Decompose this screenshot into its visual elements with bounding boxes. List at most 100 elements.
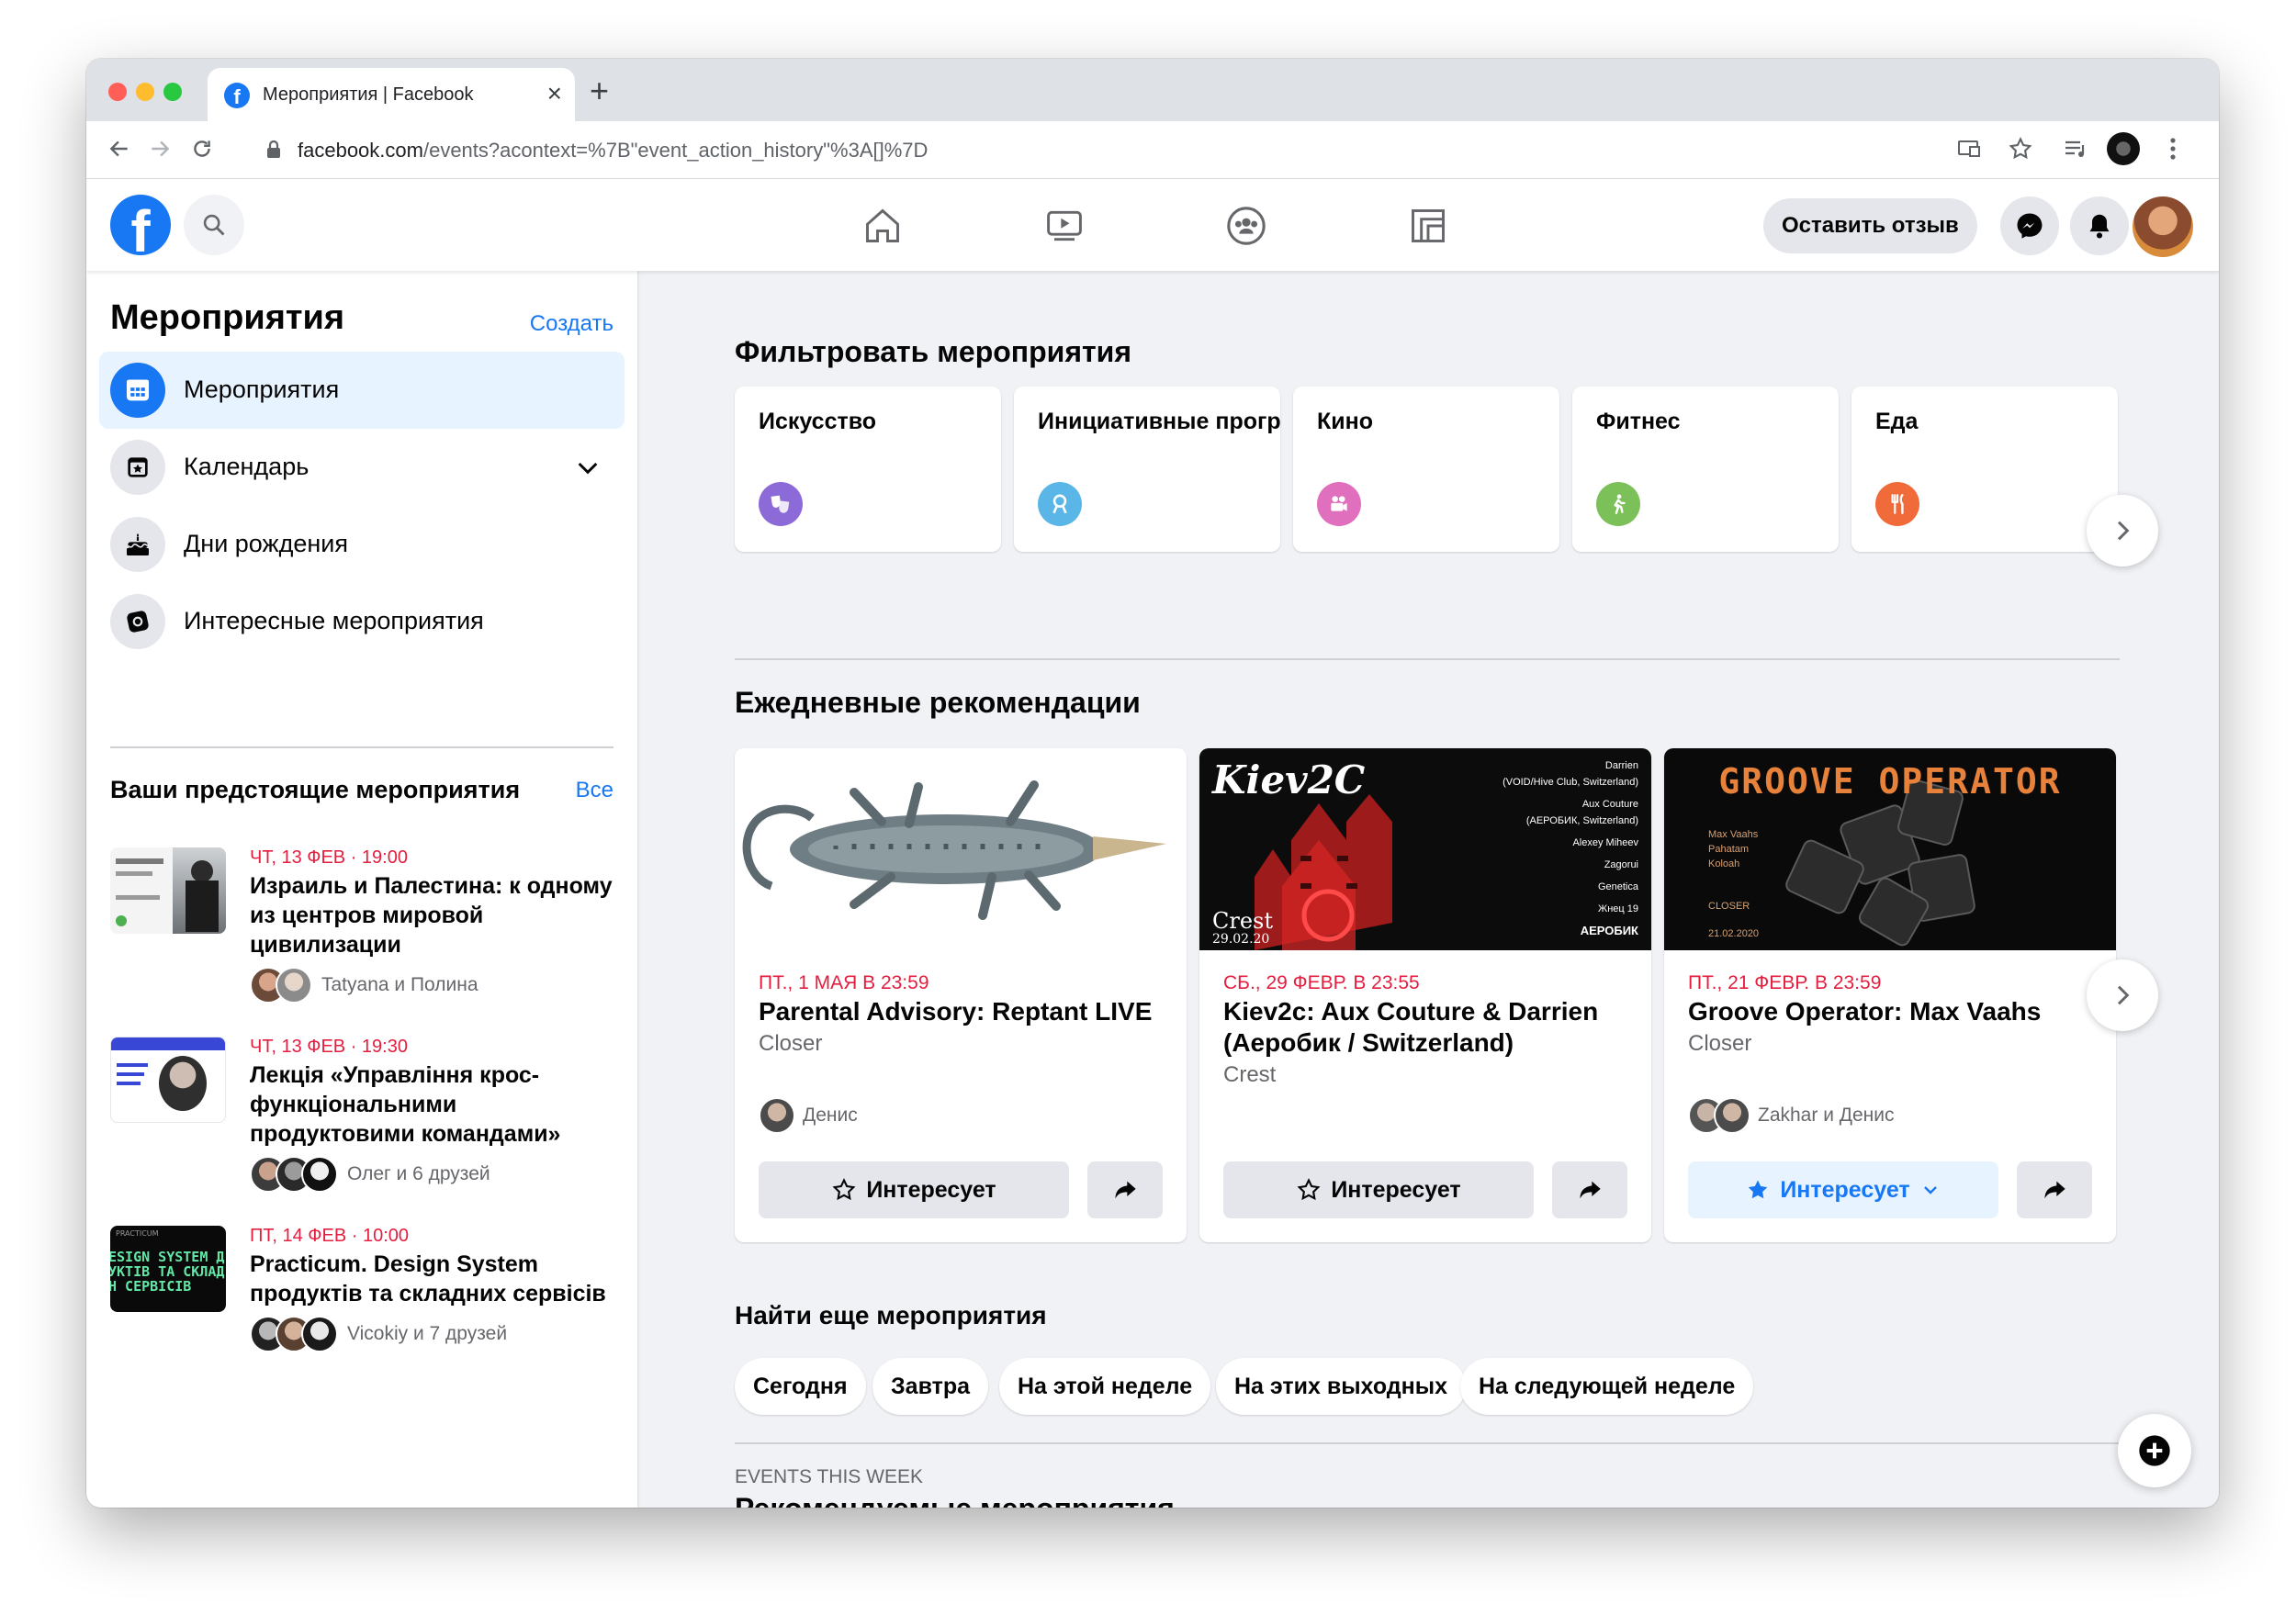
category-name: Еда	[1875, 409, 1919, 434]
media-queue-icon[interactable]	[2059, 132, 2092, 165]
runner-icon	[1596, 482, 1640, 526]
close-tab-icon[interactable]: ×	[547, 79, 562, 108]
theater-masks-icon	[759, 482, 803, 526]
interested-button-active[interactable]: Интересует	[1688, 1161, 1998, 1218]
event-title[interactable]: Лекція «Управління крос-функціональними …	[250, 1060, 617, 1149]
profile-avatar-icon[interactable]	[2107, 132, 2140, 165]
sidebar-item-interesting[interactable]: Интересные мероприятия	[99, 583, 625, 660]
kebab-menu-icon[interactable]	[2156, 132, 2189, 165]
sidebar-item-calendar[interactable]: Календарь	[99, 429, 625, 506]
facebook-logo-icon[interactable]: f	[110, 195, 171, 255]
event-date: ПТ, 14 ФЕВ · 10:00	[250, 1226, 409, 1246]
bell-icon	[2089, 214, 2110, 239]
friends-interested: Zakhar и Денис	[1688, 1097, 1895, 1134]
search-button[interactable]	[184, 195, 244, 255]
feedback-button[interactable]: Оставить отзыв	[1763, 198, 1977, 253]
thumbnail-text: ESIGN SYSTEM ДУКТІВ ТА СКЛАДН СЕРВІСІВ	[110, 1249, 225, 1295]
create-event-link[interactable]: Создать	[530, 311, 613, 337]
notifications-button[interactable]	[2070, 196, 2129, 255]
sidebar-item-label: Мероприятия	[184, 376, 340, 403]
share-button[interactable]	[1087, 1161, 1163, 1218]
close-window-button[interactable]	[108, 83, 127, 101]
category-card-cinema[interactable]: Кино	[1293, 387, 1559, 552]
facebook-top-nav: f Оставить отзыв	[86, 179, 2219, 271]
upcoming-event-item[interactable]: ЧТ, 13 ФЕВ · 19:00 Израиль и Палестина: …	[110, 847, 625, 1013]
chip-tomorrow[interactable]: Завтра	[872, 1358, 989, 1415]
tab-strip: f Мероприятия | Facebook × +	[86, 59, 2219, 121]
user-avatar[interactable]	[2133, 196, 2193, 257]
event-title[interactable]: Parental Advisory: Reptant LIVE	[759, 996, 1172, 1027]
find-more-title: Найти еще мероприятия	[735, 1301, 1047, 1329]
event-thumbnail	[110, 1037, 226, 1123]
category-card-initiatives[interactable]: Инициативные программы	[1014, 387, 1280, 552]
star-outline-icon	[832, 1178, 856, 1201]
event-place[interactable]: Crest	[1223, 1062, 1276, 1088]
forward-arrow-icon[interactable]	[143, 132, 176, 165]
friends-going: Vicokiy и 7 друзей	[250, 1316, 507, 1352]
event-place[interactable]: Closer	[759, 1031, 822, 1057]
gaming-icon[interactable]	[1405, 203, 1451, 249]
event-card[interactable]: ПТ., 1 МАЯ В 23:59 Parental Advisory: Re…	[735, 748, 1187, 1242]
event-title[interactable]: Kiev2c: Aux Couture & Darrien (Аеробик /…	[1223, 996, 1637, 1059]
chevron-right-icon	[2117, 521, 2130, 541]
ticket-icon	[110, 594, 165, 649]
chevron-down-icon	[1923, 1186, 1937, 1194]
browser-tab[interactable]: f Мероприятия | Facebook ×	[208, 68, 575, 121]
category-card-fitness[interactable]: Фитнес	[1572, 387, 1839, 552]
upcoming-event-item[interactable]: PRACTICUM ESIGN SYSTEM ДУКТІВ ТА СКЛАДН …	[110, 1226, 625, 1391]
maximize-window-button[interactable]	[163, 83, 182, 101]
interested-label: Интересует	[866, 1176, 996, 1203]
sidebar-item-label: Интересные мероприятия	[184, 607, 484, 634]
recommendations-next-button[interactable]	[2087, 959, 2158, 1031]
friends-going: Tatyana и Полина	[250, 967, 478, 1004]
poster-lineup: Max Vaahs Pahatam Koloah CLOSER 21.02.20…	[1708, 829, 1760, 939]
messenger-button[interactable]	[2000, 196, 2059, 255]
groups-icon[interactable]	[1223, 203, 1269, 249]
upcoming-event-item[interactable]: ЧТ, 13 ФЕВ · 19:30 Лекція «Управління кр…	[110, 1037, 625, 1202]
chip-today[interactable]: Сегодня	[735, 1358, 866, 1415]
reload-icon[interactable]	[186, 132, 219, 165]
lock-icon	[267, 140, 280, 158]
friends-text: Tatyana и Полина	[321, 974, 478, 995]
event-title[interactable]: Израиль и Палестина: к одному из центров…	[250, 871, 617, 959]
categories-next-button[interactable]	[2087, 495, 2158, 566]
poster-lineup: Darrien (VOID/Hive Club, Switzerland) Au…	[1503, 760, 1638, 937]
event-card[interactable]: GROOVE OPERATOR Max Vaahs Pahatam Koloah…	[1664, 748, 2116, 1242]
interested-button[interactable]: Интересует	[1223, 1161, 1534, 1218]
chip-this-week[interactable]: На этой неделе	[999, 1358, 1211, 1415]
event-place[interactable]: Closer	[1688, 1031, 1751, 1057]
event-title[interactable]: Groove Operator: Max Vaahs	[1688, 996, 2101, 1027]
event-date: ПТ., 21 ФЕВР. В 23:59	[1688, 972, 1882, 993]
poster-title: Kiev2C	[1212, 757, 1366, 802]
event-card[interactable]: Kiev2C Crest 29.02.20 Darrien (VOID/Hive…	[1199, 748, 1651, 1242]
watch-video-icon[interactable]	[1041, 203, 1087, 249]
new-tab-icon[interactable]: +	[590, 72, 609, 110]
cast-icon[interactable]	[1953, 132, 1986, 165]
bookmark-star-icon[interactable]	[2004, 132, 2037, 165]
category-card-food[interactable]: Еда	[1851, 387, 2118, 552]
film-camera-icon	[1317, 482, 1361, 526]
upcoming-events-title: Ваши предстоящие мероприятия	[110, 776, 521, 803]
share-button[interactable]	[2017, 1161, 2092, 1218]
share-button[interactable]	[1552, 1161, 1627, 1218]
interested-label: Интересует	[1780, 1176, 1910, 1203]
event-title[interactable]: Practicum. Design System продуктів та ск…	[250, 1250, 617, 1308]
section-divider	[735, 1442, 2120, 1444]
friends-text: Zakhar и Денис	[1758, 1105, 1895, 1126]
event-date: ЧТ, 13 ФЕВ · 19:30	[250, 1037, 408, 1057]
chip-this-weekend[interactable]: На этих выходных	[1216, 1358, 1467, 1415]
back-arrow-icon[interactable]	[103, 132, 136, 165]
chevron-down-icon[interactable]	[573, 453, 602, 482]
chip-next-week[interactable]: На следующей неделе	[1460, 1358, 1754, 1415]
ribbon-icon	[1038, 482, 1082, 526]
sidebar-item-birthdays[interactable]: Дни рождения	[99, 506, 625, 583]
sidebar-item-events[interactable]: Мероприятия	[99, 352, 625, 429]
create-event-fab[interactable]	[2118, 1414, 2191, 1487]
home-icon[interactable]	[860, 203, 906, 249]
minimize-window-button[interactable]	[136, 83, 154, 101]
address-bar[interactable]: facebook.com/events?acontext=%7B"event_a…	[250, 127, 1995, 173]
browser-window: f Мероприятия | Facebook × + facebook.co…	[86, 59, 2219, 1508]
see-all-link[interactable]: Все	[576, 778, 613, 803]
interested-button[interactable]: Интересует	[759, 1161, 1069, 1218]
category-card-art[interactable]: Искусство	[735, 387, 1001, 552]
